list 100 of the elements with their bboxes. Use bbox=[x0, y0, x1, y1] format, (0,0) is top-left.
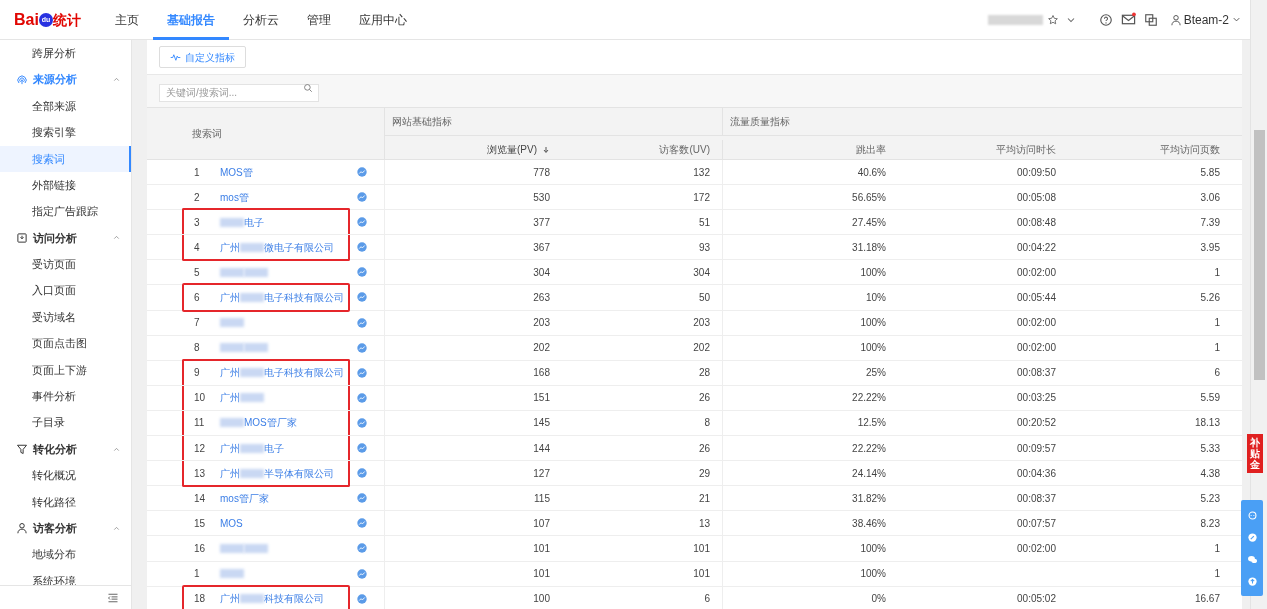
sidebar-group[interactable]: 访问分析 bbox=[33, 229, 107, 247]
trend-chart-icon[interactable] bbox=[357, 317, 367, 328]
trend-chart-icon[interactable] bbox=[357, 342, 367, 353]
nav-tab[interactable]: 主页 bbox=[100, 0, 153, 40]
back-to-top-icon[interactable] bbox=[1246, 575, 1258, 587]
nav-tab[interactable]: 管理 bbox=[292, 0, 345, 40]
sidebar-item[interactable]: 跨屏分析 bbox=[0, 40, 131, 67]
sidebar-group[interactable]: 来源分析 bbox=[33, 71, 107, 88]
column-header: 搜索词 bbox=[192, 127, 222, 141]
trend-chart-icon[interactable] bbox=[357, 392, 367, 403]
nav-tab[interactable]: 分析云 bbox=[228, 0, 293, 40]
keyword-link[interactable]: 广州 电子科技有限公司 bbox=[220, 365, 344, 381]
trend-chart-icon[interactable] bbox=[357, 217, 367, 228]
trend-chart-icon[interactable] bbox=[357, 443, 367, 454]
table-cell-text: 26 bbox=[698, 391, 710, 406]
trend-chart-icon[interactable] bbox=[357, 267, 367, 278]
trend-chart-icon[interactable] bbox=[357, 292, 367, 303]
table-cell-text: 00:09:57 bbox=[1017, 441, 1056, 456]
chat-icon[interactable] bbox=[1246, 509, 1258, 521]
table-cell-text: 367 bbox=[533, 240, 550, 255]
column-header[interactable]: 跳出率 bbox=[856, 142, 886, 157]
copy-icon bbox=[1143, 12, 1158, 27]
sidebar-item[interactable]: 外部链接 bbox=[0, 171, 131, 199]
sidebar-group[interactable]: 转化分析 bbox=[33, 440, 107, 458]
column-header[interactable]: 平均访问页数 bbox=[1160, 142, 1220, 157]
trend-chart-icon[interactable] bbox=[357, 543, 367, 554]
sidebar-item[interactable]: 页面点击图 bbox=[0, 330, 131, 357]
column-header[interactable]: 平均访问时长 bbox=[996, 142, 1056, 157]
sidebar-item[interactable]: 子目录 bbox=[0, 409, 131, 436]
trend-chart-icon[interactable] bbox=[357, 367, 367, 378]
table-cell-text: 13 bbox=[698, 516, 710, 531]
trend-chart-icon[interactable] bbox=[357, 242, 367, 253]
table-cell-text: 27.45% bbox=[852, 215, 886, 230]
table-cell-text: 0% bbox=[871, 592, 886, 607]
keyword-link[interactable]: mos管厂家 bbox=[220, 490, 269, 506]
trend-chart-icon[interactable] bbox=[357, 493, 367, 504]
collapse-menu-icon[interactable] bbox=[107, 591, 119, 604]
table-cell-text: 100% bbox=[860, 541, 886, 556]
rank-number: 8 bbox=[194, 342, 200, 354]
column-header[interactable]: 浏览量(PV) bbox=[487, 142, 537, 157]
table-cell-text: 5.59 bbox=[1200, 391, 1220, 406]
table-cell-text: 202 bbox=[693, 341, 710, 356]
table-cell-text: 4.38 bbox=[1200, 466, 1220, 481]
rank-number: 6 bbox=[194, 292, 200, 303]
sidebar-item[interactable]: 转化概况 bbox=[0, 462, 131, 489]
sidebar-item[interactable]: 地域分布 bbox=[0, 541, 131, 568]
sidebar-item[interactable]: 搜索引擎 bbox=[0, 119, 131, 146]
message-bubbles-icon[interactable] bbox=[1246, 553, 1258, 565]
keyword-link[interactable]: 广州 电子 bbox=[220, 440, 284, 456]
table-cell-text: 203 bbox=[693, 316, 710, 331]
keyword-link[interactable]: mos管 bbox=[220, 189, 249, 205]
table-cell-text: 00:04:36 bbox=[1017, 466, 1056, 481]
sidebar-item[interactable]: 事件分析 bbox=[0, 383, 131, 410]
table-cell-text: 8.23 bbox=[1200, 516, 1220, 531]
keyword-link[interactable]: 广州 半导体有限公司 bbox=[220, 465, 334, 481]
edit-icon[interactable] bbox=[1246, 531, 1258, 543]
sidebar-item[interactable]: 转化路径 bbox=[0, 488, 131, 516]
trend-chart-icon[interactable] bbox=[357, 468, 367, 479]
keyword-link[interactable]: 广州 bbox=[220, 390, 264, 406]
table-cell-text: 6 bbox=[704, 592, 710, 607]
table-cell-text: 132 bbox=[693, 165, 710, 180]
table-cell-text: 38.46% bbox=[852, 516, 886, 531]
sidebar-item[interactable]: 指定广告跟踪 bbox=[0, 198, 131, 225]
trend-chart-icon[interactable] bbox=[357, 417, 367, 428]
trend-chart-icon[interactable] bbox=[357, 593, 367, 604]
sort-descending-icon bbox=[542, 145, 550, 154]
table-cell-text: 101 bbox=[533, 567, 550, 582]
sidebar-item[interactable]: 页面上下游 bbox=[0, 356, 131, 384]
column-header[interactable]: 访客数(UV) bbox=[659, 142, 710, 157]
table-cell-text: 100% bbox=[860, 316, 886, 331]
table-cell-text: 115 bbox=[534, 491, 550, 506]
table-cell-text: 151 bbox=[533, 391, 550, 406]
sidebar-item[interactable]: 入口页面 bbox=[0, 277, 131, 304]
sidebar-item[interactable]: 受访域名 bbox=[0, 303, 131, 331]
rank-number: 13 bbox=[194, 467, 206, 479]
keyword-link[interactable]: 广州 电子科技有限公司 bbox=[220, 290, 344, 305]
trend-chart-icon[interactable] bbox=[357, 518, 367, 529]
table-cell-text: 93 bbox=[698, 240, 710, 255]
keyword-link[interactable]: MOS管 bbox=[220, 164, 253, 180]
keyword-link[interactable]: MOS bbox=[220, 515, 243, 531]
table-cell-text: 51 bbox=[698, 215, 710, 230]
trend-chart-icon[interactable] bbox=[357, 167, 367, 177]
search-field[interactable]: 关键词/搜索词... bbox=[159, 83, 319, 102]
keyword-link[interactable]: 电子 bbox=[220, 214, 264, 230]
keyword-link[interactable]: 广州 科技有限公司 bbox=[220, 591, 324, 607]
user-name[interactable]: Bteam-2 bbox=[1183, 10, 1229, 29]
sidebar-group[interactable]: 访客分析 bbox=[33, 519, 107, 537]
mail-icon[interactable] bbox=[1120, 12, 1136, 27]
table-cell-text: 101 bbox=[693, 567, 710, 582]
table-cell-text: 100 bbox=[533, 592, 550, 607]
redacted-site-name bbox=[987, 14, 1043, 25]
trend-chart-icon[interactable] bbox=[357, 192, 367, 203]
sidebar-item[interactable]: 受访页面 bbox=[0, 251, 131, 278]
nav-tab[interactable]: 应用中心 bbox=[344, 0, 421, 40]
custom-metrics-button[interactable]: 自定义指标 bbox=[159, 46, 246, 68]
keyword-link[interactable]: MOS管厂家 bbox=[220, 415, 297, 431]
promo-tab[interactable]: 补贴金 bbox=[1247, 434, 1263, 473]
sidebar-item[interactable]: 全部来源 bbox=[0, 92, 131, 120]
keyword-link[interactable]: 广州 微电子有限公司 bbox=[220, 239, 334, 255]
trend-chart-icon[interactable] bbox=[357, 568, 367, 579]
